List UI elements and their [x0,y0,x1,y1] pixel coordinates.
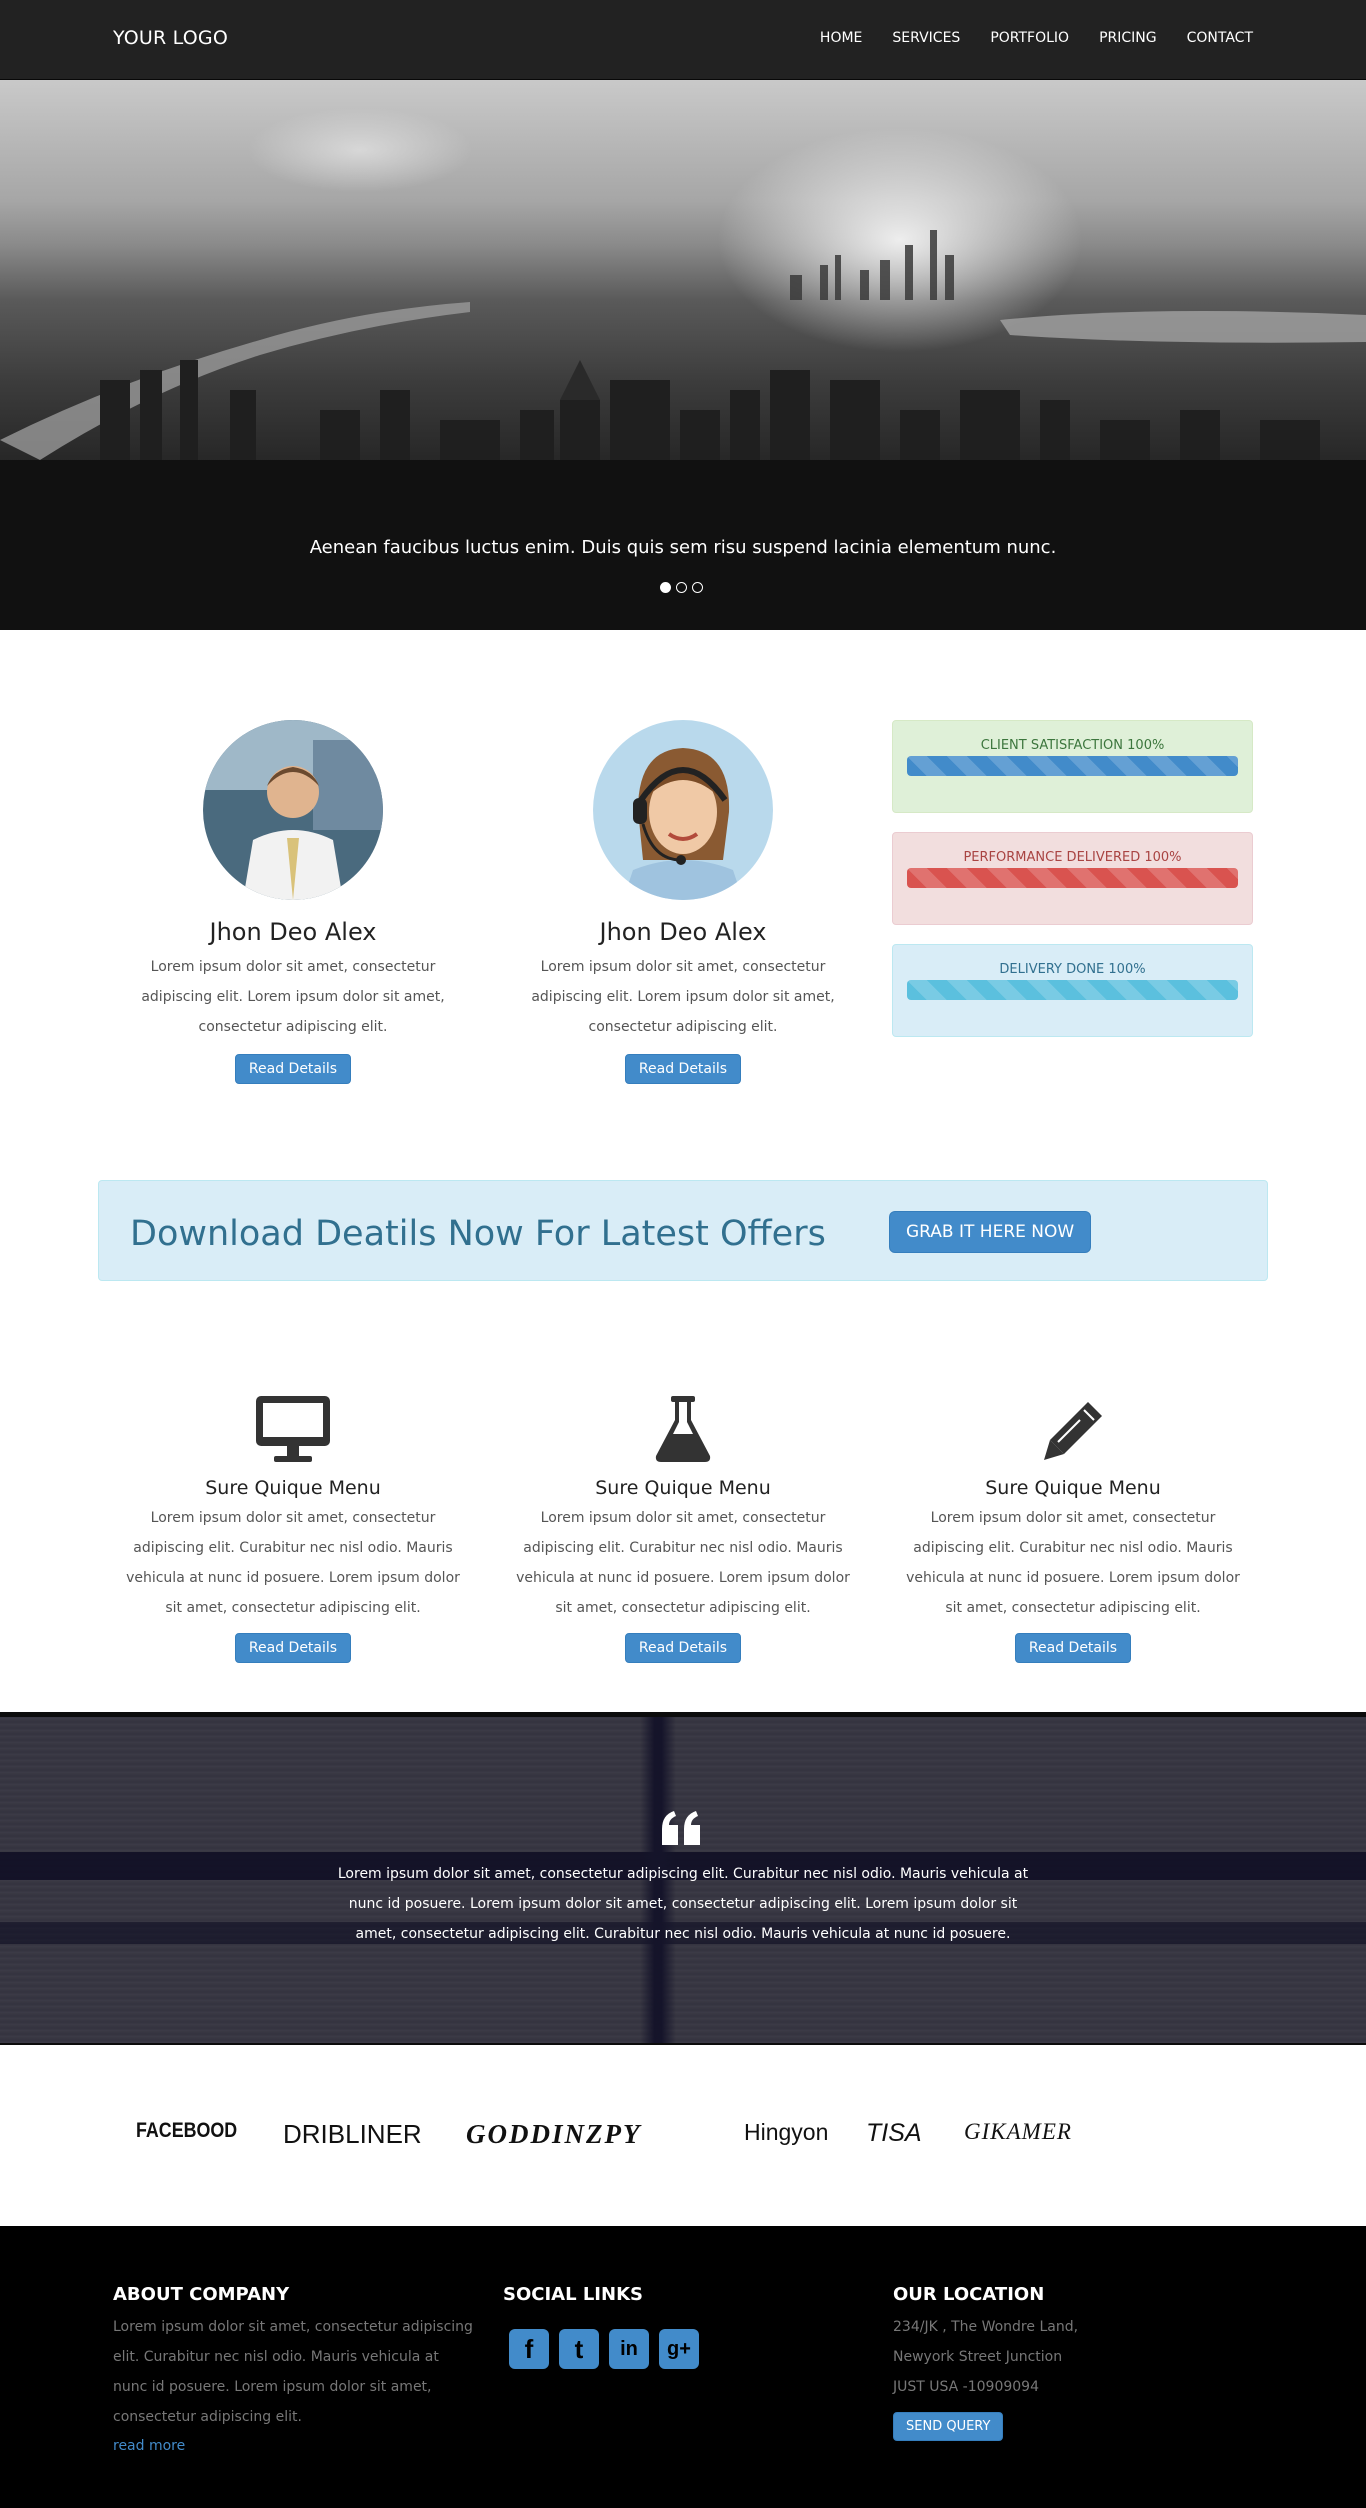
read-details-button[interactable]: Read Details [624,1054,742,1084]
offer-text: Download Deatils Now For Latest Offers [130,1214,826,1254]
testimonial-text: Lorem ipsum dolor sit amet, consectetur … [337,1866,1029,1942]
quote-icon [660,1811,702,1849]
offer-banner: Download Deatils Now For Latest Offers G… [98,1180,1268,1281]
stat-client-satisfaction: CLIENT SATISFACTION 100% [892,720,1253,813]
footer-heading: SOCIAL LINKS [503,2284,643,2305]
avatar [593,720,773,900]
hero-slider: Aenean faucibus luctus enim. Duis quis s… [0,80,1366,630]
team-card-1: Jhon Deo Alex Lorem ipsum dolor sit amet… [117,720,469,1084]
about-text: Lorem ipsum dolor sit amet, consectetur … [113,2319,473,2425]
service-title: Sure Quique Menu [595,1477,771,1499]
twitter-icon[interactable]: t [559,2329,599,2369]
nav-link-contact[interactable]: CONTACT [1187,30,1253,46]
address-line: JUST USA -10909094 [893,2379,1039,2395]
nav-link-home[interactable]: HOME [820,30,862,46]
desktop-icon [113,1388,473,1464]
team-card-2: Jhon Deo Alex Lorem ipsum dolor sit amet… [507,720,859,1084]
grab-it-button[interactable]: GRAB IT HERE NOW [889,1211,1092,1253]
service-title: Sure Quique Menu [205,1477,381,1499]
nav-link-portfolio[interactable]: PORTFOLIO [990,30,1069,46]
service-description: Lorem ipsum dolor sit amet, consectetur … [126,1510,460,1616]
avatar [203,720,383,900]
read-details-button[interactable]: Read Details [624,1633,742,1663]
team-name: Jhon Deo Alex [599,918,767,946]
slider-dot-1[interactable] [660,582,671,593]
footer-about: ABOUT COMPANY Lorem ipsum dolor sit amet… [113,2284,473,2454]
read-details-button[interactable]: Read Details [234,1054,352,1084]
social-icons: f t in g+ [509,2329,863,2369]
service-card-1: Sure Quique Menu Lorem ipsum dolor sit a… [113,1388,473,1663]
logo[interactable]: YOUR LOGO [113,27,228,49]
read-details-button[interactable]: Read Details [234,1633,352,1663]
brand-logo-dribliner[interactable]: DRIBLINER [283,2119,422,2150]
team-name: Jhon Deo Alex [209,918,377,946]
service-description: Lorem ipsum dolor sit amet, consectetur … [516,1510,850,1616]
stat-label: PERFORMANCE DELIVERED 100% [963,850,1182,865]
navbar: YOUR LOGO HOME SERVICES PORTFOLIO PRICIN… [0,0,1366,80]
send-query-button[interactable]: SEND QUERY [893,2412,1004,2441]
stat-label: DELIVERY DONE 100% [999,962,1146,977]
footer-heading: ABOUT COMPANY [113,2284,290,2305]
progress-bar [907,756,1238,776]
read-more-link[interactable]: read more [113,2438,473,2454]
nav-link-pricing[interactable]: PRICING [1099,30,1157,46]
read-details-button[interactable]: Read Details [1014,1633,1132,1663]
address: 234/JK , The Wondre Land, Newyork Street… [893,2312,1253,2402]
service-card-3: Sure Quique Menu Lorem ipsum dolor sit a… [893,1388,1253,1663]
slider-dot-3[interactable] [692,582,703,593]
service-card-2: Sure Quique Menu Lorem ipsum dolor sit a… [503,1388,863,1663]
nav-menu: HOME SERVICES PORTFOLIO PRICING CONTACT [790,30,1253,46]
stat-delivery-done: DELIVERY DONE 100% [892,944,1253,1037]
footer-location: OUR LOCATION 234/JK , The Wondre Land, N… [893,2284,1253,2441]
nav-link-services[interactable]: SERVICES [892,30,960,46]
pencil-icon [893,1388,1253,1464]
service-title: Sure Quique Menu [985,1477,1161,1499]
brand-logos: FACEBOOD DRIBLINER GODDINZPY Hingyon TIS… [0,2045,1366,2226]
hero-caption: Aenean faucibus luctus enim. Duis quis s… [309,537,1057,558]
brand-logo-hingyon[interactable]: Hingyon [744,2119,828,2146]
testimonial-section: Lorem ipsum dolor sit amet, consectetur … [0,1712,1366,2045]
google-plus-icon[interactable]: g+ [659,2329,699,2369]
brand-logo-gikamer[interactable]: GIKAMER [964,2119,1072,2145]
team-description: Lorem ipsum dolor sit amet, consectetur … [531,959,835,1035]
service-description: Lorem ipsum dolor sit amet, consectetur … [906,1510,1240,1616]
facebook-icon[interactable]: f [509,2329,549,2369]
address-line: 234/JK , The Wondre Land, [893,2319,1079,2335]
footer: ABOUT COMPANY Lorem ipsum dolor sit amet… [0,2226,1366,2508]
brand-logo-tisa[interactable]: TISA [866,2119,922,2148]
stat-label: CLIENT SATISFACTION 100% [980,738,1165,753]
flask-icon [503,1388,863,1464]
slider-dot-2[interactable] [676,582,687,593]
team-description: Lorem ipsum dolor sit amet, consectetur … [141,959,445,1035]
slider-dots [660,582,703,593]
progress-bar [907,980,1238,1000]
brand-logo-facebood[interactable]: FACEBOOD [136,2119,237,2143]
progress-bar [907,868,1238,888]
footer-social: SOCIAL LINKS f t in g+ [503,2284,863,2369]
linkedin-icon[interactable]: in [609,2329,649,2369]
footer-heading: OUR LOCATION [893,2284,1045,2305]
brand-logo-goddinzpy[interactable]: GODDINZPY [466,2119,641,2150]
stat-performance-delivered: PERFORMANCE DELIVERED 100% [892,832,1253,925]
address-line: Newyork Street Junction [893,2349,1063,2365]
